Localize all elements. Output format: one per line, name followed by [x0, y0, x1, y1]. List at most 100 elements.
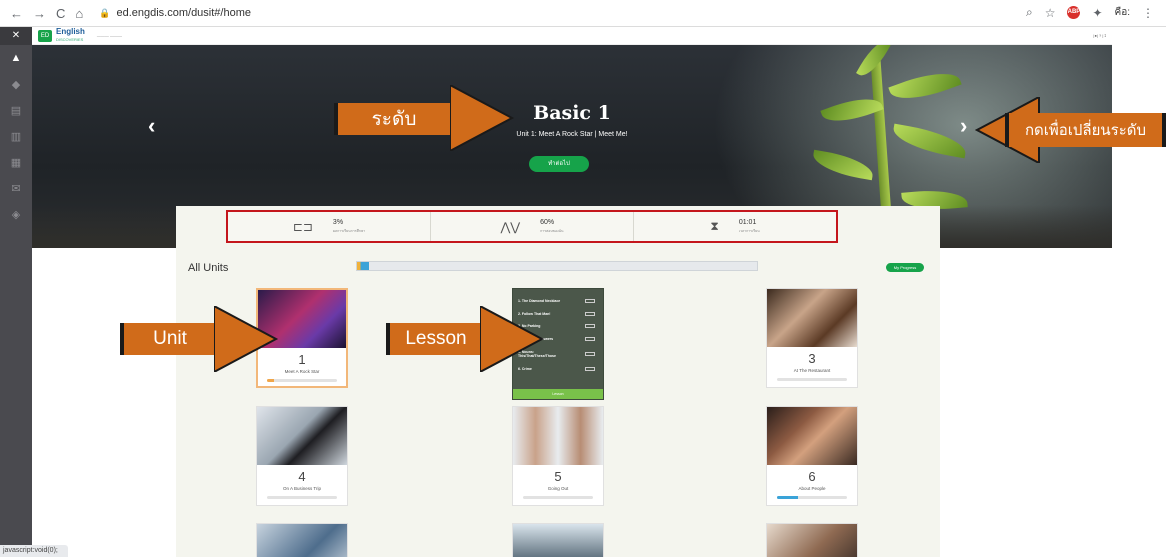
ed-logo-icon[interactable]: ED	[38, 29, 52, 42]
unit-image	[257, 524, 347, 557]
arrow-right-shape	[214, 306, 279, 372]
forward-icon[interactable]: →	[33, 6, 46, 21]
zoom-icon[interactable]: ⌕	[1026, 5, 1033, 20]
overall-progress-bar	[356, 261, 758, 271]
address-bar[interactable]: 🔒 ed.engdis.com/dusit#/home	[99, 7, 251, 19]
lesson-checkbox[interactable]	[585, 299, 595, 304]
stat-value: 3%	[332, 218, 344, 226]
lesson-callout: Lesson	[386, 306, 546, 372]
test-score-icon: ⋀⋁	[500, 219, 521, 234]
unit-number: 4	[298, 469, 306, 484]
browser-toolbar: ← → C ⌂ 🔒 ed.engdis.com/dusit#/home ⌕ ☆ …	[0, 0, 1166, 27]
star-icon[interactable]: ☆	[1045, 6, 1056, 20]
extensions-icon[interactable]: ✦	[1092, 6, 1102, 20]
close-icon[interactable]: ✕	[0, 27, 32, 45]
unit-image	[767, 407, 857, 465]
lesson-checkbox[interactable]	[585, 367, 595, 372]
unit-image	[513, 407, 603, 465]
status-bar: javascript:void(0);	[0, 545, 68, 557]
unit-card[interactable]: 5 Going Out	[512, 406, 604, 506]
header-user-tools[interactable]: |●| ? | ⟟	[1093, 33, 1106, 38]
unit-card[interactable]: 3 At The Restaurant	[766, 288, 858, 388]
clipboard-nav-icon[interactable]: ▥	[0, 123, 32, 149]
callout-label: ระดับ	[334, 103, 454, 135]
unit-progress-bar	[267, 496, 337, 499]
course-progress-icon: ⊏⊐	[292, 219, 313, 234]
level-callout: ระดับ	[334, 85, 515, 151]
brand-logo[interactable]: English DISCOVERIES	[56, 27, 85, 44]
unit-card[interactable]	[766, 523, 858, 557]
lesson-checkbox[interactable]	[585, 336, 595, 341]
callout-label: Lesson	[386, 323, 486, 355]
stat-value: 60%	[540, 218, 555, 226]
adblock-icon[interactable]: ABP	[1067, 6, 1081, 19]
unit-number: 3	[808, 351, 816, 366]
unit-name: Going Out	[547, 486, 569, 491]
continue-button[interactable]: ทำต่อไป	[529, 156, 589, 172]
unit-card[interactable]: 6 About People	[766, 406, 858, 506]
back-icon[interactable]: ←	[10, 6, 23, 21]
header-sub: ——— ———	[96, 33, 123, 38]
stat-test-score[interactable]: ⋀⋁ 60% การสอบของฉัน	[430, 212, 633, 241]
reload-icon[interactable]: C	[56, 6, 65, 21]
unit-progress-bar	[523, 496, 593, 499]
overall-progress-fill	[357, 262, 369, 270]
unit-number: 6	[808, 469, 816, 484]
unit-image	[513, 524, 603, 557]
lesson-checkbox[interactable]	[585, 311, 595, 316]
unit-progress-bar	[777, 378, 847, 381]
courses-nav-icon[interactable]: ◆	[0, 71, 32, 97]
home-nav-icon[interactable]: ▲	[0, 45, 32, 71]
extension-label[interactable]: คือ:	[1115, 5, 1130, 20]
unit-progress-bar	[777, 496, 847, 499]
stat-label: ผลการเรียนการศึกษา	[332, 228, 366, 233]
change-level-callout: กดเพื่อเปลี่ยนระดับ	[975, 97, 1166, 163]
stat-course-progress[interactable]: ⊏⊐ 3% ผลการเรียนการศึกษา	[228, 212, 430, 241]
my-progress-button[interactable]: My Progress	[886, 263, 924, 272]
callout-label: กดเพื่อเปลี่ยนระดับ	[1005, 113, 1166, 147]
unit-image	[767, 289, 857, 347]
unit-image	[257, 407, 347, 465]
mail-nav-icon[interactable]: ✉	[0, 175, 32, 201]
stats-highlight: ⊏⊐ 3% ผลการเรียนการศึกษา ⋀⋁ 60% การสอบของฉ…	[226, 210, 838, 243]
arrow-right-shape	[480, 306, 545, 372]
stat-time-spent[interactable]: ⧗ 01:01 เวลาการเรียน	[633, 212, 836, 241]
stat-label: การสอบของฉัน	[540, 228, 564, 233]
callout-label: Unit	[120, 323, 220, 355]
arrow-right-shape	[450, 85, 515, 151]
unit-card[interactable]: 4 On A Business Trip	[256, 406, 348, 506]
unit-name: About People	[798, 486, 826, 491]
unit-name: On A Business Trip	[282, 486, 322, 491]
unit-card[interactable]	[256, 523, 348, 557]
all-units-heading: All Units	[188, 262, 229, 274]
unit-progress-bar	[267, 379, 337, 382]
unit-image	[767, 524, 857, 557]
grad-nav-icon[interactable]: ◈	[0, 201, 32, 227]
lesson-checkbox[interactable]	[585, 324, 595, 329]
stats-bar: ⊏⊐ 3% ผลการเรียนการศึกษา ⋀⋁ 60% การสอบของฉ…	[176, 206, 940, 248]
unit-progress-fill	[267, 379, 274, 382]
level-title: Basic 1	[533, 102, 611, 124]
unit-progress-fill	[777, 496, 798, 499]
left-sidebar: ✕ ▲ ◆ ▤ ▥ ▦ ✉ ◈	[0, 27, 32, 557]
lock-icon: 🔒	[99, 7, 111, 18]
stat-label: เวลาการเรียน	[738, 228, 760, 233]
lesson-checkbox[interactable]	[585, 352, 595, 356]
current-unit-subtitle: Unit 1: Meet A Rock Star | Meet Me!	[516, 131, 628, 138]
browser-nav: ← → C ⌂	[10, 6, 83, 21]
home-icon[interactable]: ⌂	[75, 6, 83, 21]
unit-name: At The Restaurant	[793, 368, 831, 373]
time-spent-icon: ⧗	[710, 219, 719, 233]
unit-number: 5	[554, 469, 562, 484]
unit-card[interactable]	[512, 523, 604, 557]
stat-value: 01:01	[738, 218, 757, 226]
menu-icon[interactable]: ⋮	[1142, 6, 1154, 20]
app-header: ED English DISCOVERIES ——— ——— |●| ? | ⟟	[32, 27, 1112, 45]
lesson-list-footer: Lesson	[513, 389, 603, 399]
units-panel: All Units My Progress 1 Meet A Rock Star…	[176, 248, 940, 557]
url-text[interactable]: ed.engdis.com/dusit#/home	[116, 7, 251, 19]
stats-nav-icon[interactable]: ▦	[0, 149, 32, 175]
browser-actions: ⌕ ☆ ABP ✦ คือ: ⋮	[1026, 5, 1154, 20]
school-nav-icon[interactable]: ▤	[0, 97, 32, 123]
unit-callout: Unit	[120, 306, 280, 372]
